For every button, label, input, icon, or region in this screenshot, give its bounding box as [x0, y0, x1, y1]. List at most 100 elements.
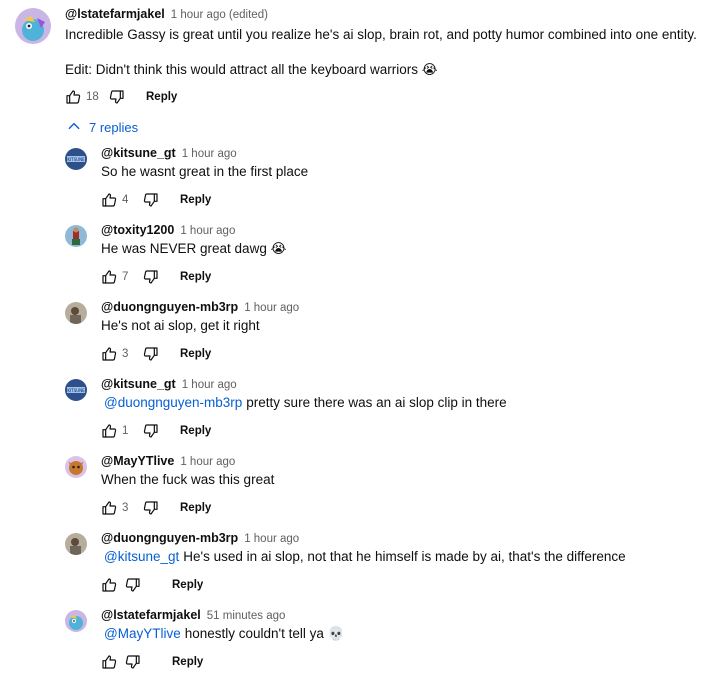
reply-text: When the fuck was this great [101, 470, 274, 490]
reply-time[interactable]: 1 hour ago [180, 456, 235, 468]
reply-body: pretty sure there was an ai slop clip in… [246, 395, 507, 410]
reply-item: @lstatefarmjakel 51 minutes ago @MayYTli… [0, 608, 713, 685]
reply-actions: 3 Reply [100, 342, 211, 366]
like-count: 1 [122, 425, 129, 437]
reply-body: When the fuck was this great [101, 472, 275, 487]
comment-text-edit: Edit: Didn't think this would attract al… [65, 62, 438, 77]
reply-text: He's not ai slop, get it right [101, 316, 260, 336]
reply-actions: 1 Reply [100, 419, 211, 443]
comment-actions: 18 Reply [64, 85, 177, 109]
like-count: 3 [122, 348, 129, 360]
chevron-up-icon [67, 119, 81, 136]
reply-time[interactable]: 1 hour ago [182, 379, 237, 391]
dislike-icon[interactable] [142, 268, 160, 286]
replies-toggle-button[interactable]: 7 replies [67, 119, 138, 136]
reply-item: KITSUNE @kitsune_gt 1 hour ago @duongngu… [0, 377, 713, 454]
reply-time[interactable]: 1 hour ago [182, 148, 237, 160]
dislike-icon[interactable] [124, 576, 142, 594]
reply-button[interactable]: Reply [180, 348, 211, 360]
reply-meta: @kitsune_gt 1 hour ago [101, 146, 237, 160]
mention-link[interactable]: @duongnguyen-mb3rp [104, 395, 242, 410]
avatar[interactable] [65, 533, 87, 555]
reply-time[interactable]: 1 hour ago [180, 225, 235, 237]
reply-body: honestly couldn't tell ya 💀 [184, 626, 345, 641]
reply-body: He was NEVER great dawg 😭 [101, 241, 287, 256]
reply-meta: @MayYTlive 1 hour ago [101, 454, 235, 468]
like-count: 3 [122, 502, 129, 514]
reply-text: @kitsune_gt He's used in ai slop, not tha… [101, 547, 626, 567]
like-icon[interactable] [100, 653, 118, 671]
avatar[interactable] [15, 8, 51, 44]
reply-item: @duongnguyen-mb3rp 1 hour ago @kitsune_g… [0, 531, 713, 608]
reply-text: He was NEVER great dawg 😭 [101, 239, 286, 259]
like-icon[interactable] [100, 345, 118, 363]
like-count: 4 [122, 194, 129, 206]
avatar[interactable]: KITSUNE [65, 148, 87, 170]
mention-link[interactable]: @MayYTlive [104, 626, 181, 641]
reply-author[interactable]: @duongnguyen-mb3rp [101, 300, 238, 314]
reply-meta: @lstatefarmjakel 51 minutes ago [101, 608, 285, 622]
reply-text: @duongnguyen-mb3rp pretty sure there was … [101, 393, 507, 413]
reply-actions: 4 Reply [100, 188, 211, 212]
reply-time[interactable]: 1 hour ago [244, 302, 299, 314]
like-icon[interactable] [100, 191, 118, 209]
reply-actions: Reply [100, 573, 203, 597]
reply-body: He's used in ai slop, not that he himsel… [183, 549, 626, 564]
reply-author[interactable]: @duongnguyen-mb3rp [101, 531, 238, 545]
reply-item: @duongnguyen-mb3rp 1 hour ago He's not a… [0, 300, 713, 377]
reply-meta: @toxity1200 1 hour ago [101, 223, 235, 237]
like-icon[interactable] [100, 422, 118, 440]
comment-text: Incredible Gassy is great until you real… [65, 27, 697, 42]
reply-actions: Reply [100, 650, 203, 674]
reply-item: @toxity1200 1 hour ago He was NEVER grea… [0, 223, 713, 300]
reply-body: So he wasnt great in the first place [101, 164, 309, 179]
like-count: 18 [86, 91, 99, 103]
avatar[interactable] [65, 610, 87, 632]
mention-link[interactable]: @kitsune_gt [104, 549, 179, 564]
like-icon[interactable] [100, 576, 118, 594]
svg-text:KITSUNE: KITSUNE [67, 157, 85, 162]
dislike-icon[interactable] [124, 653, 142, 671]
reply-actions: 3 Reply [100, 496, 211, 520]
comment-author[interactable]: @lstatefarmjakel [65, 7, 165, 21]
like-icon[interactable] [100, 499, 118, 517]
reply-meta: @duongnguyen-mb3rp 1 hour ago [101, 531, 299, 545]
dislike-icon[interactable] [142, 345, 160, 363]
comment-time[interactable]: 1 hour ago (edited) [171, 9, 268, 21]
reply-item: KITSUNE @kitsune_gt 1 hour ago So he was… [0, 146, 713, 223]
like-icon[interactable] [64, 88, 82, 106]
dislike-icon[interactable] [108, 88, 126, 106]
reply-button[interactable]: Reply [180, 194, 211, 206]
reply-button[interactable]: Reply [172, 656, 203, 668]
reply-button[interactable]: Reply [180, 425, 211, 437]
avatar[interactable] [65, 456, 87, 478]
reply-item: @MayYTlive 1 hour ago When the fuck was … [0, 454, 713, 531]
reply-button[interactable]: Reply [172, 579, 203, 591]
svg-text:KITSUNE: KITSUNE [67, 388, 85, 393]
reply-button[interactable]: Reply [180, 502, 211, 514]
reply-author[interactable]: @toxity1200 [101, 223, 174, 237]
reply-author[interactable]: @lstatefarmjakel [101, 608, 201, 622]
dislike-icon[interactable] [142, 422, 160, 440]
replies-count-label: 7 replies [89, 120, 139, 135]
reply-text: @MayYTlive honestly couldn't tell ya 💀 [101, 624, 344, 644]
reply-button[interactable]: Reply [180, 271, 211, 283]
reply-author[interactable]: @MayYTlive [101, 454, 174, 468]
avatar[interactable]: KITSUNE [65, 379, 87, 401]
reply-text: So he wasnt great in the first place [101, 162, 308, 182]
comment-meta: @lstatefarmjakel 1 hour ago (edited) [65, 7, 268, 21]
reply-time[interactable]: 51 minutes ago [207, 610, 286, 622]
reply-meta: @kitsune_gt 1 hour ago [101, 377, 237, 391]
avatar[interactable] [65, 302, 87, 324]
dislike-icon[interactable] [142, 499, 160, 517]
like-count: 7 [122, 271, 129, 283]
reply-time[interactable]: 1 hour ago [244, 533, 299, 545]
like-icon[interactable] [100, 268, 118, 286]
reply-author[interactable]: @kitsune_gt [101, 377, 176, 391]
reply-button[interactable]: Reply [146, 91, 177, 103]
reply-body: He's not ai slop, get it right [101, 318, 260, 333]
dislike-icon[interactable] [142, 191, 160, 209]
avatar[interactable] [65, 225, 87, 247]
reply-meta: @duongnguyen-mb3rp 1 hour ago [101, 300, 299, 314]
reply-author[interactable]: @kitsune_gt [101, 146, 176, 160]
